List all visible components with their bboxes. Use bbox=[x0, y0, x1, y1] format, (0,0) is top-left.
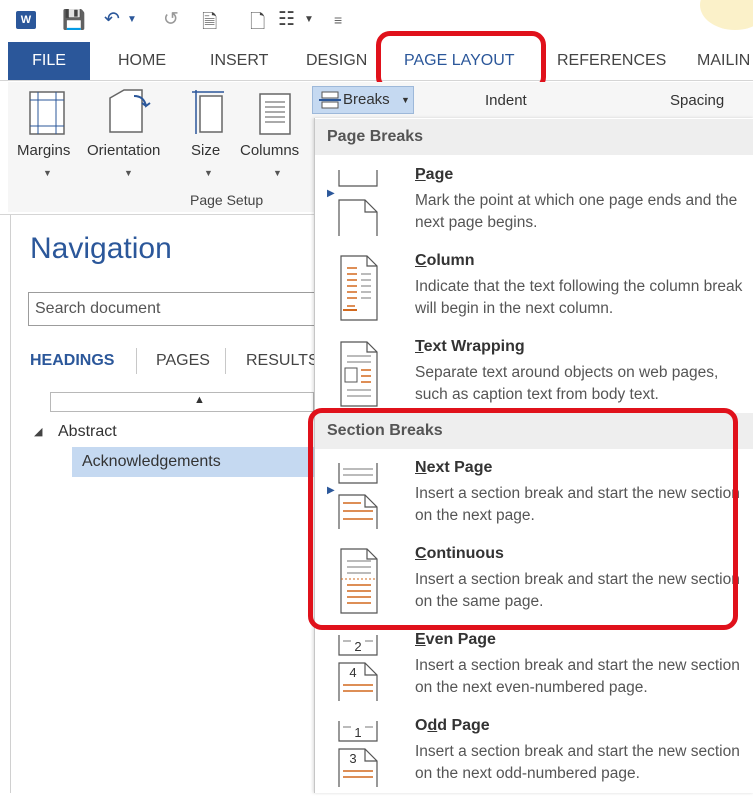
tab-home[interactable]: HOME bbox=[118, 42, 166, 80]
expand-triangle-icon[interactable]: ◢ bbox=[34, 425, 42, 438]
indent-label: Indent bbox=[485, 92, 527, 109]
customize-qat-icon[interactable]: ≡ bbox=[334, 12, 342, 28]
orientation-icon[interactable] bbox=[106, 88, 154, 136]
nav-tab-divider bbox=[136, 348, 137, 374]
even-bottom-number: 4 bbox=[349, 665, 356, 680]
column-break-icon bbox=[340, 255, 378, 321]
tab-mailings[interactable]: MAILIN bbox=[697, 42, 750, 80]
quick-access-toolbar: W 💾 ↶ ▼ ↺ 🗎 🗋 ☷ ▼ ≡ bbox=[0, 0, 753, 40]
tab-insert[interactable]: INSERT bbox=[210, 42, 268, 80]
breaks-button[interactable]: Breaks ▼ bbox=[312, 86, 414, 114]
menu-item-description: Indicate that the text following the col… bbox=[415, 278, 743, 317]
menu-item-odd-page[interactable]: 1 3 Odd Page Insert a section break and … bbox=[315, 717, 753, 803]
text-wrapping-icon bbox=[340, 341, 378, 407]
nav-tab-results[interactable]: RESULTS bbox=[246, 352, 319, 370]
scroll-to-top-bar[interactable]: ▲ bbox=[50, 392, 314, 412]
save-icon[interactable]: 💾 bbox=[62, 8, 86, 32]
menu-item-title: Odd Page bbox=[415, 717, 490, 734]
undo-icon[interactable]: ↶ bbox=[104, 8, 120, 31]
redo-icon[interactable]: ↺ bbox=[163, 8, 179, 31]
page-break-icon bbox=[338, 170, 378, 236]
breaks-label: Breaks bbox=[343, 91, 390, 108]
tab-references[interactable]: REFERENCES bbox=[557, 42, 666, 80]
menu-item-title: Page bbox=[415, 166, 454, 183]
size-button[interactable]: Size bbox=[191, 142, 220, 159]
navigation-title: Navigation bbox=[30, 232, 172, 265]
word-app-icon[interactable]: W bbox=[16, 11, 36, 29]
qat-dropdown-icon[interactable]: ▼ bbox=[304, 14, 314, 25]
breaks-toolbar-icon[interactable]: ☷ bbox=[278, 8, 295, 31]
tab-design[interactable]: DESIGN bbox=[306, 42, 367, 80]
size-dropdown-icon[interactable]: ▼ bbox=[204, 168, 213, 178]
page-breaks-header: Page Breaks bbox=[315, 119, 753, 155]
nav-tab-headings[interactable]: HEADINGS bbox=[30, 352, 114, 370]
menu-item-description: Mark the point at which one page ends an… bbox=[415, 192, 738, 231]
spacing-label: Spacing bbox=[670, 92, 725, 109]
menu-item-description: Insert a section break and start the new… bbox=[415, 743, 740, 782]
menu-item-column[interactable]: Column Indicate that the text following … bbox=[315, 252, 753, 338]
odd-bottom-number: 3 bbox=[349, 751, 356, 766]
menu-item-title: Even Page bbox=[415, 631, 496, 648]
orientation-dropdown-icon[interactable]: ▼ bbox=[124, 168, 133, 178]
breaks-icon bbox=[319, 91, 341, 109]
search-document-input[interactable]: Search document bbox=[28, 292, 348, 326]
columns-button[interactable]: Columns bbox=[240, 142, 299, 159]
nav-pane-border bbox=[10, 215, 11, 793]
margins-button[interactable]: Margins bbox=[17, 142, 70, 159]
page-setup-group-label: Page Setup bbox=[190, 192, 264, 208]
collapse-up-icon: ▲ bbox=[194, 394, 205, 406]
heading-acknowledgements-row[interactable]: Acknowledgements bbox=[72, 447, 314, 477]
size-icon[interactable] bbox=[190, 88, 226, 136]
margins-icon[interactable] bbox=[28, 90, 66, 136]
heading-acknowledgements: Acknowledgements bbox=[82, 453, 221, 470]
menu-item-title: Text Wrapping bbox=[415, 338, 525, 355]
menu-item-title: Column bbox=[415, 252, 475, 269]
ribbon-divider bbox=[0, 214, 314, 215]
columns-icon[interactable] bbox=[258, 92, 292, 136]
odd-page-break-icon: 1 3 bbox=[338, 721, 378, 787]
marker-icon: ▶ bbox=[327, 188, 335, 199]
margins-dropdown-icon[interactable]: ▼ bbox=[43, 168, 52, 178]
print-preview-icon[interactable]: 🗎 bbox=[202, 8, 217, 40]
account-decoration bbox=[700, 0, 753, 30]
tab-file[interactable]: FILE bbox=[8, 42, 90, 80]
menu-item-description: Separate text around objects on web page… bbox=[415, 364, 719, 403]
odd-top-number: 1 bbox=[354, 725, 361, 740]
menu-item-description: Insert a section break and start the new… bbox=[415, 657, 740, 696]
breaks-dropdown-icon: ▼ bbox=[401, 95, 410, 105]
nav-tab-divider bbox=[225, 348, 226, 374]
menu-item-page[interactable]: ▶ Page Mark the point at which one page … bbox=[315, 166, 753, 252]
orientation-button[interactable]: Orientation bbox=[87, 142, 160, 159]
section-breaks-highlight bbox=[308, 408, 738, 630]
undo-dropdown-icon[interactable]: ▼ bbox=[127, 14, 137, 25]
heading-abstract[interactable]: Abstract bbox=[58, 423, 117, 441]
new-document-icon[interactable]: 🗋 bbox=[250, 8, 265, 40]
even-page-break-icon: 2 4 bbox=[338, 635, 378, 701]
even-top-number: 2 bbox=[354, 639, 361, 654]
menu-item-even-page[interactable]: 2 4 Even Page Insert a section break and… bbox=[315, 631, 753, 717]
nav-tab-pages[interactable]: PAGES bbox=[156, 352, 210, 370]
columns-dropdown-icon[interactable]: ▼ bbox=[273, 168, 282, 178]
